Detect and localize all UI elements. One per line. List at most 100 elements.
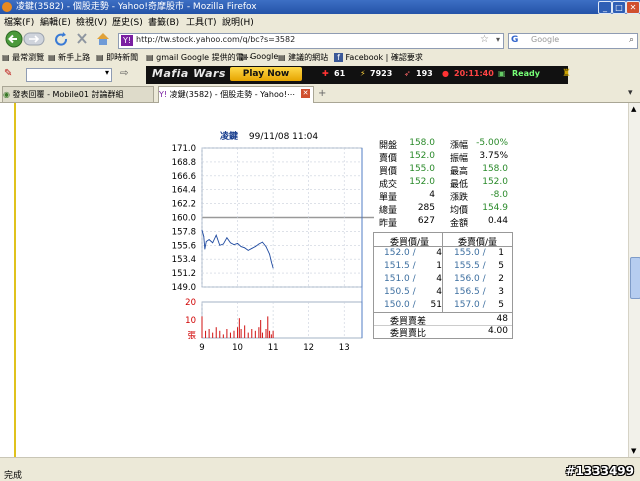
quote-label: 單量 [379, 193, 398, 203]
energy-value: 7923 [370, 69, 393, 78]
reload-icon[interactable] [55, 32, 68, 46]
y-tick-label: 166.6 [172, 172, 196, 182]
quote-value: 158.0 [482, 164, 508, 174]
search-magnifier-icon[interactable]: ⌕ [629, 35, 634, 45]
ready-status: Ready [512, 69, 540, 78]
quote-label: 振幅 [450, 154, 469, 164]
quote-value: 3.75% [479, 151, 508, 161]
menu-view[interactable]: 檢視(V) [76, 15, 107, 28]
tab-list-icon[interactable]: ▾ [628, 88, 633, 98]
quote-value: 627 [417, 216, 435, 226]
quote-label: 買價 [379, 167, 398, 177]
bookmark-star-icon[interactable]: ☆ [480, 34, 489, 45]
vertical-scrollbar[interactable]: ▲ ▼ [628, 103, 640, 457]
addon-select[interactable]: ▾ [26, 68, 112, 82]
price-point [203, 236, 205, 237]
minimize-button[interactable]: _ [598, 1, 612, 14]
menu-history[interactable]: 歷史(S) [112, 15, 143, 28]
order-row: 150.0 / 51 157.0 / 5 [374, 300, 512, 313]
order-sp: 156.0 / [454, 274, 486, 284]
search-placeholder: Google [531, 35, 560, 44]
volume-tick-label: 10 [185, 316, 196, 326]
new-tab-button[interactable]: + [318, 88, 326, 99]
price-point [233, 244, 235, 246]
menu-edit[interactable]: 編輯(E) [40, 15, 71, 28]
order-sp: 155.5 / [454, 261, 486, 271]
bookmark-google[interactable]: ▤ Google [240, 52, 278, 61]
price-point [247, 249, 249, 251]
play-now-button[interactable]: Play Now [230, 67, 302, 81]
quote-label: 均價 [450, 206, 469, 216]
addon-icon[interactable]: ✎ [4, 68, 12, 79]
order-sp: 157.0 / [454, 300, 486, 310]
quote-value: 4 [429, 190, 435, 200]
order-sv: 2 [498, 274, 504, 284]
order-bp: 151.0 / [384, 274, 416, 284]
quote-row: 昨量 627 金額 0.44 [373, 216, 511, 229]
tab-mobile01[interactable]: ◉ 發表回覆 - Mobile01 討論群組 [2, 86, 154, 102]
x-tick-label: 9 [199, 343, 204, 352]
price-point [201, 229, 203, 231]
tab-label: 發表回覆 - Mobile01 討論群組 [12, 90, 124, 99]
quote-value: 152.0 [482, 177, 508, 187]
bookmark-gmail[interactable]: ▤ gmail Google 提供的電⋯ [146, 52, 252, 63]
tab-close-icon[interactable]: ✕ [301, 89, 310, 98]
price-point [265, 246, 267, 247]
menu-file[interactable]: 檔案(F) [4, 15, 34, 28]
price-point [270, 261, 272, 263]
scrollbar-thumb[interactable] [630, 257, 640, 299]
price-point [272, 267, 274, 269]
back-icon[interactable] [5, 30, 23, 48]
menu-bookmarks[interactable]: 書籤(B) [148, 15, 179, 28]
bookmark-suggested-sites[interactable]: ▤ 建議的網站 [278, 52, 328, 63]
search-bar[interactable]: G Google ⌕ [508, 33, 638, 49]
scroll-up-icon[interactable]: ▲ [631, 105, 636, 113]
status-bar: 完成 #1333499 [0, 457, 640, 481]
x-tick-label: 10 [232, 343, 243, 352]
mafia-wars-logo: Mafia Wars [152, 67, 226, 80]
quote-label: 最高 [450, 167, 469, 177]
order-bv: 4 [436, 274, 442, 284]
order-bv: 4 [436, 287, 442, 297]
menu-help[interactable]: 說明(H) [222, 15, 254, 28]
bookmark-getting-started[interactable]: ▤ 新手上路 [48, 52, 90, 63]
price-point [251, 248, 253, 249]
maximize-button[interactable]: □ [612, 1, 626, 14]
timer-icon: ● [442, 69, 449, 78]
quote-label: 昨量 [379, 219, 398, 229]
home-icon[interactable] [97, 33, 109, 45]
quote-row: 單量 4 漲跌 -8.0 [373, 190, 511, 203]
ready-icon: ▣ [498, 69, 506, 78]
timer-value: 20:11:40 [454, 69, 494, 78]
tab-yahoo-stock[interactable]: Y! 凌鍵(3582) - 個股走勢 - Yahoo!⋯ [158, 86, 314, 103]
order-bp: 150.0 / [384, 300, 416, 310]
order-bp: 151.5 / [384, 261, 416, 271]
order-bv: 51 [430, 300, 442, 310]
price-point [244, 247, 246, 249]
close-button[interactable]: ✕ [626, 1, 640, 14]
y-tick-label: 164.4 [172, 186, 196, 196]
url-bar[interactable]: Y! http://tw.stock.yahoo.com/q/bc?s=3582… [118, 33, 504, 49]
bookmark-latest-news[interactable]: ▤ 即時新聞 [96, 52, 138, 63]
forward-icon[interactable] [23, 32, 45, 46]
order-bp: 152.0 / [384, 248, 416, 258]
window-title-bar: 凌鍵(3582) - 個股走勢 - Yahoo!奇摩股市 - Mozilla F… [0, 0, 640, 14]
stop-icon[interactable] [77, 33, 87, 44]
order-row: 151.5 / 1 155.5 / 5 [374, 261, 512, 274]
url-dropdown-icon[interactable]: ▾ [496, 35, 500, 44]
diff-value: 48 [496, 314, 508, 324]
price-point [215, 234, 217, 236]
addon-nav-icon[interactable]: ⇨ [120, 68, 128, 79]
order-bv: 4 [436, 248, 442, 258]
addon-extra-icon[interactable]: ♜ [562, 68, 571, 79]
menu-tools[interactable]: 工具(T) [186, 15, 217, 28]
price-point [258, 243, 260, 245]
bookmark-facebook[interactable]: f Facebook | 確認要求 [334, 52, 423, 63]
select-arrow-icon: ▾ [104, 68, 109, 77]
bookmark-most-visited[interactable]: ▤ 最常瀏覽 [2, 52, 44, 63]
order-sv: 5 [498, 261, 504, 271]
google-search-icon[interactable]: G [511, 35, 518, 45]
scroll-down-icon[interactable]: ▼ [631, 447, 636, 455]
quote-value: 155.0 [409, 164, 435, 174]
order-book-table: 委買價/量 委賣價/量 委買賣差 48 委買賣比 4.00 152.0 /4 15… [373, 232, 513, 339]
